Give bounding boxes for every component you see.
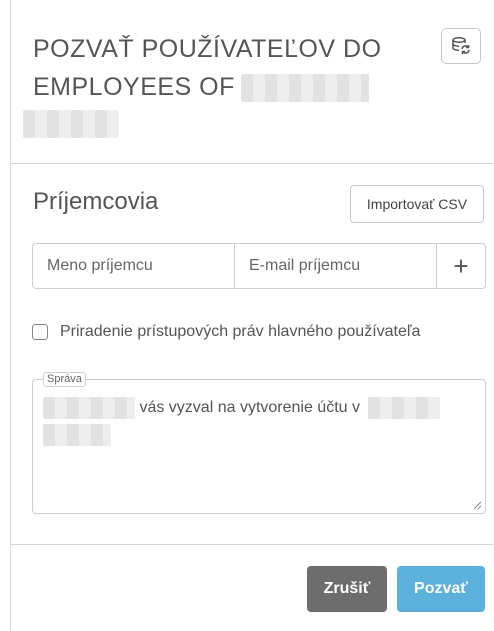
refresh-users-button[interactable] bbox=[441, 28, 481, 64]
recipient-name-input[interactable] bbox=[33, 244, 235, 288]
cancel-button[interactable]: Zrušiť bbox=[307, 566, 387, 612]
invite-users-dialog: POZVAŤ POUŽÍVATEĽOV DO EMPLOYEES OF Príj… bbox=[10, 0, 493, 631]
dialog-title-line2: EMPLOYEES OF bbox=[33, 73, 235, 101]
dialog-title-line1: POZVAŤ POUŽÍVATEĽOV DO bbox=[33, 35, 382, 63]
redacted-org-name bbox=[240, 74, 369, 103]
message-legend: Správa bbox=[43, 372, 86, 387]
redacted-sender-name bbox=[43, 396, 135, 419]
recipient-email-input[interactable] bbox=[235, 244, 437, 288]
message-textarea[interactable]: Správa vás vyzval na vytvorenie účtu v bbox=[32, 372, 486, 514]
refresh-users-icon bbox=[452, 37, 470, 54]
redacted-org-name-message-continued bbox=[43, 423, 111, 446]
import-csv-button[interactable]: Importovať CSV bbox=[350, 185, 484, 223]
invite-button[interactable]: Pozvať bbox=[397, 566, 485, 612]
message-body: vás vyzval na vytvorenie účtu v bbox=[139, 399, 360, 416]
redacted-org-name-continued bbox=[23, 110, 119, 138]
dialog-title: POZVAŤ POUŽÍVATEĽOV DO EMPLOYEES OF bbox=[33, 30, 433, 106]
admin-rights-row: Priradenie prístupových práv hlavného po… bbox=[32, 323, 420, 341]
redacted-org-name-message bbox=[368, 396, 441, 419]
resize-handle-icon[interactable] bbox=[472, 500, 482, 510]
footer-divider bbox=[11, 544, 493, 545]
dialog-header: POZVAŤ POUŽÍVATEĽOV DO EMPLOYEES OF bbox=[11, 0, 493, 164]
admin-rights-label: Priradenie prístupových práv hlavného po… bbox=[60, 323, 421, 340]
recipient-input-group: + bbox=[32, 243, 486, 289]
recipients-heading: Príjemcovia bbox=[33, 188, 159, 215]
plus-icon: + bbox=[453, 250, 469, 281]
add-recipient-button[interactable]: + bbox=[437, 244, 485, 288]
admin-rights-checkbox[interactable] bbox=[32, 324, 48, 340]
message-text: vás vyzval na vytvorenie účtu v bbox=[43, 394, 463, 448]
